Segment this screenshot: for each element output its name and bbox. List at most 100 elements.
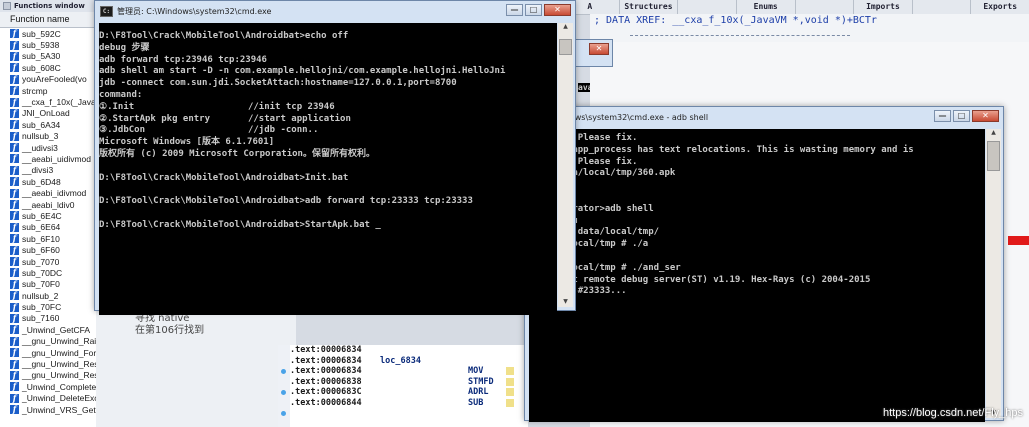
ida-tab[interactable]: Enums (735, 0, 795, 14)
breakpoint-dot-icon (281, 390, 286, 395)
listing-row[interactable]: .text:00006844 SUB (290, 398, 528, 409)
function-icon: f (10, 108, 19, 118)
functions-window: Functions window Function name f sub_592C… (0, 0, 98, 427)
function-list-item[interactable]: f_Unwind_DeleteException (0, 393, 97, 404)
listing-row[interactable]: .text:0000683C ADRL (290, 387, 528, 398)
function-list-item[interactable]: f __aeabi_ldiv0 (0, 199, 97, 210)
listing-row[interactable]: .text:00006834 loc_6834 (290, 356, 528, 367)
function-list-item[interactable]: f sub_608C (0, 62, 97, 73)
function-list-item[interactable]: f _Unwind_GetCFA (0, 324, 97, 335)
function-list-item[interactable]: f sub_5A30 (0, 51, 97, 62)
function-name: sub_5938 (22, 40, 60, 51)
console-line: kg: /data/local/tmp/360.apk (529, 168, 676, 179)
listing-row[interactable]: .text:00006834 MOV (290, 366, 528, 377)
function-list-item[interactable]: f sub_7070 (0, 256, 97, 267)
listing-row[interactable]: .text:00006834 (290, 345, 528, 356)
function-list-item[interactable]: f sub_6E4C (0, 210, 97, 221)
red-marker (1008, 236, 1029, 245)
function-name: sub_70F0 (22, 279, 60, 290)
scroll-up-icon[interactable]: ▲ (558, 23, 573, 32)
function-icon: f (10, 74, 19, 84)
console-output[interactable]: ty risk. Please fix. linker: app_process … (529, 129, 985, 422)
function-name: sub_608C (22, 62, 61, 73)
function-name: JNI_OnLoad (22, 108, 70, 119)
vertical-scrollbar[interactable]: ▲ ▼ (986, 129, 1001, 418)
function-list-item[interactable]: f __aeabi_uidivmod (0, 153, 97, 164)
function-list-item[interactable]: f __divsi3 (0, 165, 97, 176)
function-list-item[interactable]: f sub_70F0 (0, 279, 97, 290)
function-list-item[interactable]: f __udivsi3 (0, 142, 97, 153)
function-list-item[interactable]: f sub_5938 (0, 39, 97, 50)
function-list-item[interactable]: f sub_70FC (0, 301, 97, 312)
console-line: :/data/local/tmp # ./and_ser (529, 262, 681, 273)
console-line: D:\F8Tool\Crack\MobileTool\Androidbat>ec… (99, 31, 349, 41)
title-bar[interactable]: C: \Windows\system32\cmd.exe - adb shell… (525, 107, 1003, 127)
ida-tab[interactable]: Imports (853, 0, 912, 14)
function-list-item[interactable]: f sub_7160 (0, 313, 97, 324)
function-list-item[interactable]: f__gnu_Unwind_Resume_or_Rethrow (0, 370, 97, 381)
vertical-scrollbar[interactable]: ▲ ▼ (558, 23, 573, 307)
function-list-item[interactable]: f sub_6E64 (0, 222, 97, 233)
function-list-item[interactable]: f __cxa_f_10x(_Java (0, 96, 97, 107)
ida-tab[interactable]: Structures (618, 0, 678, 14)
function-list-item[interactable]: f sub_6F10 (0, 233, 97, 244)
ida-tab[interactable]: Exports (970, 0, 1029, 14)
function-name: __udivsi3 (22, 142, 58, 153)
close-button[interactable]: ✕ (972, 110, 999, 122)
scrollbar-thumb[interactable] (987, 141, 1000, 171)
function-name: sub_6E4C (22, 210, 62, 221)
minimize-button[interactable]: — (506, 4, 523, 16)
function-icon: f (10, 211, 19, 221)
operand-highlight (506, 377, 514, 386)
console-line: adb shell am start -D -n com.example.hel… (99, 66, 506, 77)
function-icon: f (10, 188, 19, 198)
cmd-window-adb-shell: C: \Windows\system32\cmd.exe - adb shell… (524, 106, 1004, 422)
console-output[interactable]: D:\F8Tool\Crack\MobileTool\Androidbat>ec… (99, 23, 557, 315)
console-line: :/ # cd data/local/tmp/ (529, 227, 660, 238)
function-list-item[interactable]: f__gnu_Unwind_Resume (0, 358, 97, 369)
function-list: f sub_592C f sub_5938 f sub_5A30 f sub_608C f you… (0, 28, 97, 415)
function-list-item[interactable]: f sub_592C (0, 28, 97, 39)
function-list-item[interactable]: f strcmp (0, 85, 97, 96)
function-icon: f (10, 291, 19, 301)
console-line: id 32-bit remote debug server(ST) v1.19.… (529, 274, 871, 285)
function-icon: f (10, 268, 19, 278)
scroll-up-icon[interactable]: ▲ (986, 129, 1001, 138)
ida-tab[interactable] (794, 0, 854, 14)
console-line: command: (99, 89, 143, 100)
minimize-button[interactable]: — (934, 110, 951, 122)
function-list-item[interactable]: f sub_6F60 (0, 244, 97, 255)
listing-address: .text:00006834 (290, 345, 362, 356)
function-name: __cxa_f_10x(_Java (22, 97, 96, 108)
function-list-item[interactable]: f _Unwind_Complete (0, 381, 97, 392)
function-list-item[interactable]: f sub_70DC (0, 267, 97, 278)
function-list-item[interactable]: f nullsub_3 (0, 131, 97, 142)
close-button[interactable]: ✕ (589, 43, 609, 55)
background-console-fragment: ava (578, 83, 590, 92)
function-list-item[interactable]: f__gnu_Unwind_ForcedUnwind (0, 347, 97, 358)
function-list-item[interactable]: f JNI_OnLoad (0, 108, 97, 119)
function-icon: f (10, 63, 19, 73)
function-name: sub_6F10 (22, 233, 60, 244)
title-bar[interactable]: C: 管理员: C:\Windows\system32\cmd.exe — □ … (95, 1, 575, 21)
function-icon: f (10, 177, 19, 187)
function-list-item[interactable]: f __aeabi_idivmod (0, 187, 97, 198)
function-name-column-header[interactable]: Function name (0, 12, 97, 28)
maximize-button[interactable]: □ (953, 110, 970, 122)
console-line: on port #23333... (529, 286, 627, 297)
listing-row[interactable]: .text:00006838 STMFD (290, 377, 528, 388)
function-list-item[interactable]: f youAreFooled(vo (0, 74, 97, 85)
function-list-item[interactable]: f _Unwind_VRS_Get (0, 404, 97, 415)
ida-tab[interactable] (677, 0, 736, 14)
function-list-item[interactable]: f sub_6A34 (0, 119, 97, 130)
console-line: ty risk. Please fix. (529, 133, 638, 143)
scroll-down-icon[interactable]: ▼ (558, 298, 573, 307)
maximize-button[interactable]: □ (525, 4, 542, 16)
function-list-item[interactable]: f__gnu_Unwind_RaiseException (0, 336, 97, 347)
function-list-item[interactable]: f sub_6D48 (0, 176, 97, 187)
ida-tab[interactable] (911, 0, 971, 14)
listing-opcode: STMFD (468, 376, 494, 387)
scrollbar-thumb[interactable] (559, 39, 572, 55)
function-list-item[interactable]: f nullsub_2 (0, 290, 97, 301)
close-button[interactable]: ✕ (544, 4, 571, 16)
